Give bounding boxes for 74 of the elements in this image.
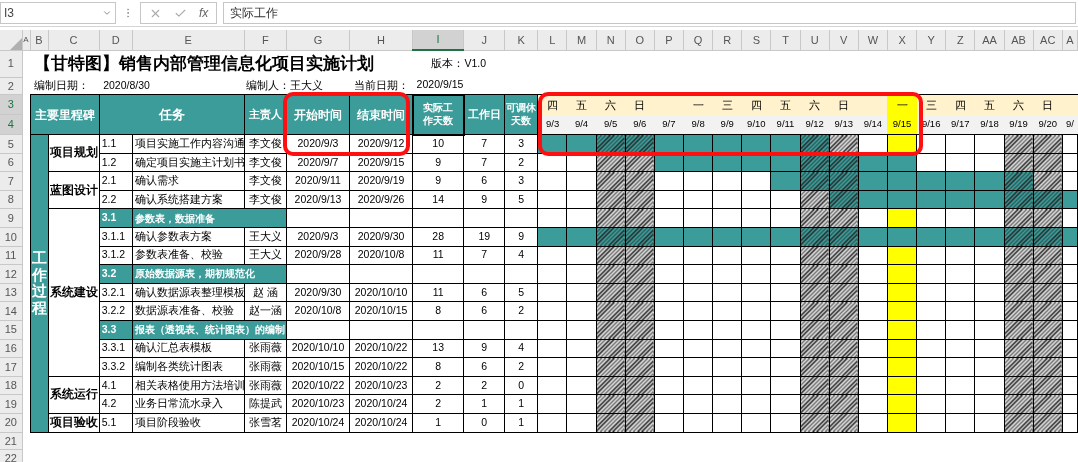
milestone-cell: 系统建设 (48, 208, 100, 377)
weekday-cell: 六 (1004, 94, 1034, 115)
weekday-cell: 六 (596, 94, 626, 115)
column-header[interactable]: W (858, 30, 888, 50)
date-cell: 9/12 (800, 114, 830, 135)
weekday-cell: 四 (945, 94, 975, 115)
select-all-corner[interactable] (0, 30, 23, 50)
column-header[interactable]: L (537, 30, 567, 50)
column-header[interactable]: H (349, 30, 413, 50)
date-cell: 9/5 (596, 114, 626, 135)
column-header[interactable]: V (829, 30, 859, 50)
row-number[interactable]: 4 (0, 114, 23, 135)
weekday-cell: 日 (625, 94, 655, 115)
column-heading: 可调休天数 (504, 94, 538, 135)
column-header[interactable]: G (286, 30, 350, 50)
formula-field[interactable]: 实际工作 (223, 2, 1076, 24)
column-heading: 任务 (99, 94, 245, 135)
weekday-cell: 六 (800, 94, 830, 115)
corner-triangle-icon (9, 37, 22, 50)
column-header[interactable]: S (741, 30, 771, 50)
column-heading: 开始时间 (286, 94, 350, 135)
column-header[interactable]: J (463, 30, 505, 50)
editor-text: 编制人：王大义 (244, 77, 350, 95)
row-number[interactable]: 1 (0, 50, 23, 77)
date-cell: 9/7 (654, 114, 684, 135)
column-header[interactable]: C (48, 30, 100, 50)
field-value: 2020/9/15 (412, 77, 505, 95)
date-cell: 9/20 (1033, 114, 1063, 135)
column-header[interactable]: N (596, 30, 626, 50)
weekday-cell: 五 (974, 94, 1005, 115)
column-header[interactable]: O (625, 30, 655, 50)
column-header[interactable]: K (504, 30, 538, 50)
column-header[interactable]: P (654, 30, 684, 50)
column-header[interactable]: AC (1033, 30, 1063, 50)
column-header[interactable]: X (887, 30, 917, 50)
weekday-cell: 一 (887, 94, 917, 115)
column-heading: 工作日 (463, 94, 505, 135)
date-cell: 9/6 (625, 114, 655, 135)
column-header[interactable]: M (566, 30, 597, 50)
version-label: 版本：V1.0 (412, 50, 505, 77)
column-header[interactable]: U (800, 30, 830, 50)
date-cell: 9/14 (858, 114, 888, 135)
milestone-cell: 项目规划 (48, 134, 100, 172)
name-box[interactable]: I3 (0, 2, 116, 24)
column-header[interactable]: Z (945, 30, 975, 50)
field-label: 编制日期： (30, 77, 100, 95)
date-cell: 9/19 (1004, 114, 1034, 135)
date-cell: 9/13 (829, 114, 859, 135)
column-header[interactable]: AA (974, 30, 1005, 50)
milestone-cell: 蓝图设计 (48, 171, 100, 209)
field-value: 2020/8/30 (99, 77, 245, 95)
column-header[interactable]: Q (683, 30, 713, 50)
column-header[interactable]: E (132, 30, 245, 50)
column-header[interactable]: Y (916, 30, 946, 50)
column-heading: 主责人 (244, 94, 287, 135)
date-cell: 9/15 (887, 114, 917, 135)
dropdown-icon[interactable] (102, 8, 112, 18)
insert-function-button[interactable]: fx (199, 4, 209, 22)
column-heading: 主要里程碑 (30, 94, 100, 135)
column-header[interactable]: R (712, 30, 742, 50)
column-header[interactable]: F (244, 30, 287, 50)
column-header[interactable]: I (412, 30, 464, 50)
phase-label: 工作过程 (30, 134, 49, 432)
field-label: 当前日期： (349, 77, 413, 95)
milestone-cell: 系统运行 (48, 376, 100, 414)
column-heading: 实际工作天数 (412, 94, 464, 135)
weekday-cell: 日 (829, 94, 859, 115)
sheet-title: 【甘特图】销售内部管理信息化项目实施计划 (30, 50, 413, 77)
column-header[interactable]: AB (1004, 30, 1034, 50)
column-header[interactable]: D (99, 30, 133, 50)
column-header[interactable]: T (770, 30, 801, 50)
row-number[interactable]: 3 (0, 94, 23, 115)
weekday-cell: 日 (1033, 94, 1063, 115)
column-header[interactable]: A (22, 30, 31, 50)
